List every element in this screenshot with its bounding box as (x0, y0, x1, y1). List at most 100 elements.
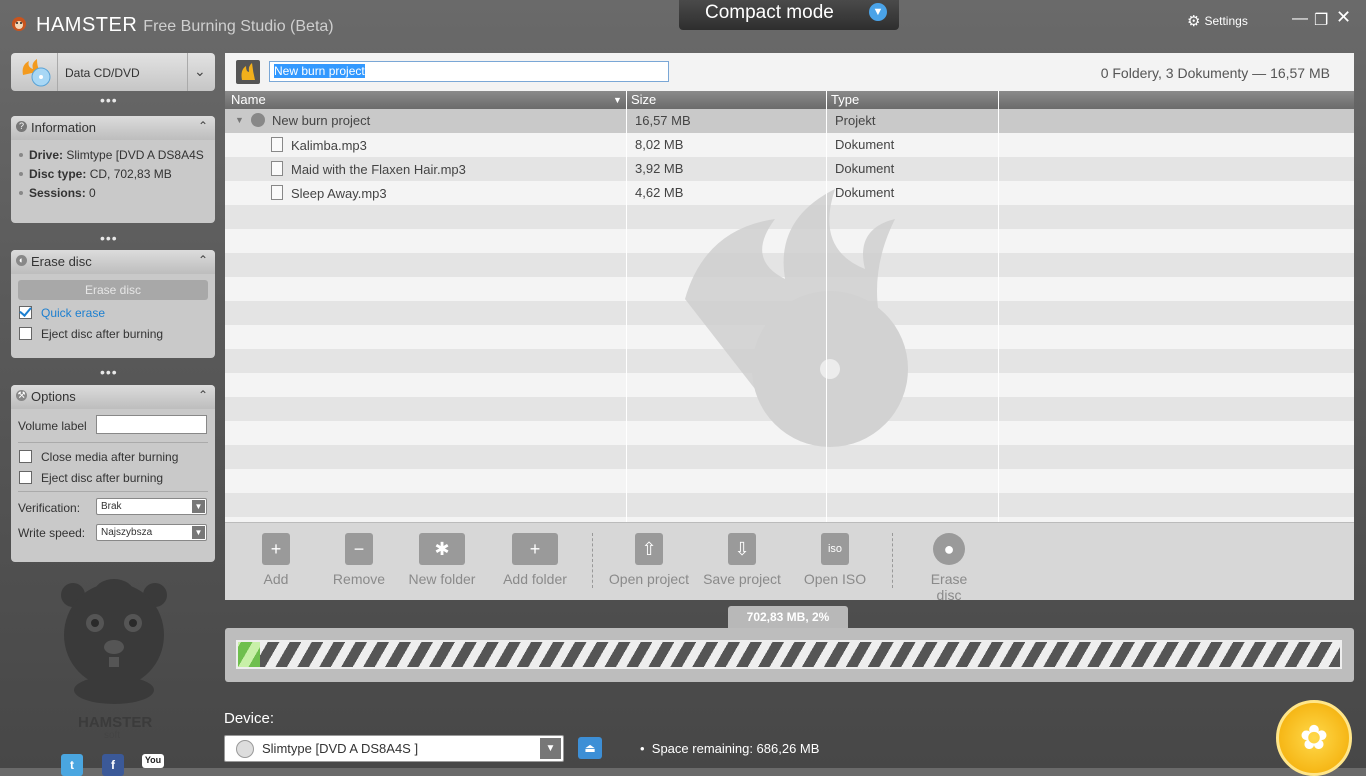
project-name-input[interactable]: New burn project (269, 61, 669, 82)
row-type: Dokument (835, 185, 895, 200)
toolbar: + Add − Remove ✱ New folder + Add folder ⇧ Op… (225, 522, 1354, 603)
settings-button[interactable]: ⚙ Settings (1187, 12, 1248, 30)
close-button[interactable]: ✕ (1336, 7, 1351, 28)
verification-label: Verification: (18, 501, 81, 515)
row-type: Projekt (835, 113, 876, 128)
remove-icon: − (345, 533, 373, 565)
wrench-icon: ⚒ (16, 390, 27, 401)
collapse-icon[interactable]: ⌃ (198, 119, 208, 133)
write-speed-select[interactable]: Najszybsza ▼ (96, 524, 207, 541)
brand-soft: soft (104, 730, 121, 741)
row-size: 4,62 MB (635, 185, 684, 200)
file-table-header: Name ▼ Size Type (225, 91, 1354, 109)
table-row[interactable]: Kalimba.mp3 8,02 MB Dokument (225, 133, 1354, 157)
twitter-icon[interactable]: t (61, 754, 83, 776)
verification-select[interactable]: Brak ▼ (96, 498, 207, 515)
column-type[interactable]: Type (831, 92, 859, 107)
compact-mode-button[interactable]: Compact mode ▼ (679, 0, 899, 30)
row-name: Maid with the Flaxen Hair.mp3 (271, 161, 466, 177)
erase-disc-button[interactable]: Erase disc (18, 280, 208, 300)
file-icon (271, 185, 283, 200)
add-button[interactable]: + Add (256, 533, 296, 587)
panel-resize-handle[interactable]: ••• (100, 92, 118, 108)
table-row[interactable]: Maid with the Flaxen Hair.mp3 3,92 MB Do… (225, 157, 1354, 181)
minimize-button[interactable]: — (1292, 10, 1308, 28)
file-icon (271, 137, 283, 152)
erase-title: Erase disc (31, 254, 92, 269)
app-logo-icon (10, 14, 28, 32)
remove-button[interactable]: − Remove (329, 533, 389, 587)
column-name[interactable]: Name (231, 92, 266, 107)
app-title: HAMSTER Free Burning Studio (Beta) (36, 14, 334, 37)
erase-header[interactable]: ◐ Erase disc ⌃ (11, 250, 215, 274)
new-folder-button[interactable]: ✱ New folder (405, 533, 479, 587)
disc-type-value: Data CD/DVD (65, 66, 140, 80)
brand-name: HAMSTER (78, 714, 153, 731)
facebook-icon[interactable]: f (102, 754, 124, 776)
collapse-icon[interactable]: ⌃ (198, 388, 208, 402)
row-name: Kalimba.mp3 (271, 137, 367, 153)
save-project-button[interactable]: ⇩ Save project (702, 533, 782, 587)
project-icon (236, 60, 260, 84)
expand-arrow-icon[interactable]: ▼ (235, 115, 244, 125)
chevron-down-icon: ▼ (192, 500, 205, 513)
erase-icon: ◐ (16, 255, 27, 266)
erase-eject-checkbox[interactable]: Eject disc after burning (19, 327, 163, 348)
open-iso-button[interactable]: iso Open ISO (803, 533, 867, 587)
open-project-icon: ⇧ (635, 533, 663, 565)
checkbox-icon (19, 327, 32, 340)
options-title: Options (31, 389, 76, 404)
panel-resize-handle[interactable]: ••• (100, 364, 118, 380)
device-value: Slimtype [DVD A DS8A4S ] (262, 741, 419, 756)
eject-button[interactable]: ⏏ (578, 737, 602, 759)
table-row-project[interactable]: ▼ New burn project 16,57 MB Projekt (225, 109, 1354, 133)
chevron-down-icon: ▼ (869, 3, 887, 21)
add-icon: + (262, 533, 290, 565)
add-folder-icon: + (512, 533, 558, 565)
toolbar-erase-disc-button[interactable]: ● Erase disc (917, 533, 981, 603)
table-row[interactable]: Sleep Away.mp3 4,62 MB Dokument (225, 181, 1354, 205)
capacity-progress-fill (238, 642, 261, 667)
maximize-button[interactable]: ❐ (1314, 10, 1328, 30)
information-panel: ? Information ⌃ Drive: Slimtype [DVD A D… (11, 116, 215, 223)
information-header[interactable]: ? Information ⌃ (11, 116, 215, 140)
app-title-sub: Free Burning Studio (Beta) (143, 18, 334, 35)
capacity-bar-container (225, 628, 1354, 682)
add-folder-button[interactable]: + Add folder (499, 533, 571, 587)
help-icon: ? (16, 121, 27, 132)
sessions-info: Sessions: 0 (19, 186, 215, 200)
youtube-icon[interactable]: You (142, 754, 164, 768)
close-media-checkbox[interactable]: Close media after burning (19, 450, 178, 471)
device-select[interactable]: Slimtype [DVD A DS8A4S ] ▼ (224, 735, 564, 762)
burn-button[interactable]: ✿ (1276, 700, 1352, 776)
options-header[interactable]: ⚒ Options ⌃ (11, 385, 215, 409)
disc-type-info: Disc type: CD, 702,83 MB (19, 167, 215, 181)
volume-label-input[interactable] (96, 415, 207, 434)
row-size: 8,02 MB (635, 137, 684, 152)
device-label: Device: (224, 710, 275, 727)
app-title-brand: HAMSTER (36, 14, 138, 36)
chevron-down-icon: ▼ (192, 526, 205, 539)
quick-erase-checkbox[interactable]: Quick erase (19, 306, 163, 327)
disc-icon (236, 740, 254, 758)
disc-icon (251, 113, 265, 127)
space-remaining: • Space remaining: 686,26 MB (640, 741, 820, 756)
options-panel: ⚒ Options ⌃ Volume label Close media aft… (11, 385, 215, 562)
options-eject-checkbox[interactable]: Eject disc after burning (19, 471, 178, 492)
column-size[interactable]: Size (631, 92, 656, 107)
project-summary: 0 Foldery, 3 Dokumenty — 16,57 MB (1100, 65, 1330, 81)
row-type: Dokument (835, 161, 895, 176)
checkbox-icon (19, 471, 32, 484)
erase-panel: ◐ Erase disc ⌃ Erase disc Quick erase Ej… (11, 250, 215, 358)
disc-type-select[interactable]: Data CD/DVD ⌄ (11, 53, 215, 91)
data-disc-icon (17, 57, 57, 87)
gear-icon: ⚙ (1187, 13, 1201, 30)
open-project-button[interactable]: ⇧ Open project (607, 533, 691, 587)
chevron-down-icon: ⌄ (194, 63, 206, 79)
collapse-icon[interactable]: ⌃ (198, 253, 208, 267)
flame-icon: ✿ (1299, 719, 1329, 757)
compact-mode-label: Compact mode (705, 2, 834, 23)
project-bar: New burn project 0 Foldery, 3 Dokumenty … (225, 53, 1354, 91)
settings-label: Settings (1204, 14, 1248, 28)
panel-resize-handle[interactable]: ••• (100, 230, 118, 246)
